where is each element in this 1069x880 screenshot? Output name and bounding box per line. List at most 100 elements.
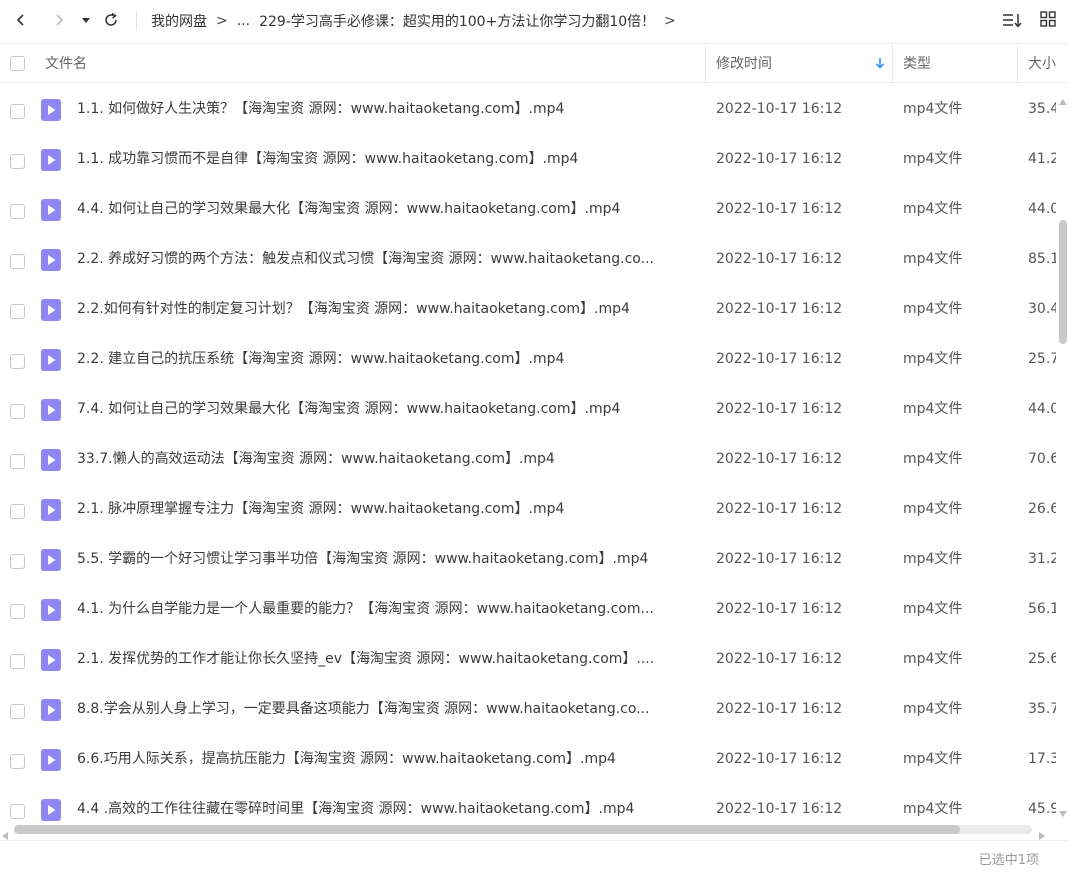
- file-type: mp4文件: [903, 401, 963, 417]
- file-row[interactable]: 4.4 .高效的工作往往藏在零碎时间里【海淘宝资 源网：www.haitaoke…: [0, 784, 1056, 822]
- status-bar: 已选中1项: [0, 840, 1069, 880]
- file-row[interactable]: 8.8.学会从别人身上学习，一定要具备这项能力【海淘宝资 源网：www.hait…: [0, 684, 1056, 734]
- row-checkbox[interactable]: [10, 804, 25, 819]
- file-name[interactable]: 5.5. 学霸的一个好习惯让学习事半功倍【海淘宝资 源网：www.haitaok…: [77, 534, 689, 584]
- file-name[interactable]: 2.1. 发挥优势的工作才能让你长久坚持_ev【海淘宝资 源网：www.hait…: [77, 634, 689, 684]
- file-size: 35.4: [1028, 101, 1056, 117]
- file-name[interactable]: 4.4 .高效的工作往往藏在零碎时间里【海淘宝资 源网：www.haitaoke…: [77, 784, 689, 822]
- file-row[interactable]: 2.1. 发挥优势的工作才能让你长久坚持_ev【海淘宝资 源网：www.hait…: [0, 634, 1056, 684]
- file-size: 25.6: [1028, 651, 1056, 667]
- file-row[interactable]: 2.2.如何有针对性的制定复习计划？【海淘宝资 源网：www.haitaoket…: [0, 284, 1056, 334]
- scroll-up-arrow-icon[interactable]: [1059, 90, 1067, 109]
- video-file-icon: [41, 549, 61, 575]
- file-modified-time: 2022-10-17 16:12: [716, 501, 843, 517]
- video-file-icon: [41, 349, 61, 375]
- grid-view-icon[interactable]: [1039, 10, 1057, 34]
- row-checkbox[interactable]: [10, 454, 25, 469]
- file-row[interactable]: 4.1. 为什么自学能力是一个人最重要的能力？【海淘宝资 源网：www.hait…: [0, 584, 1056, 634]
- horizontal-scrollbar[interactable]: [0, 822, 1057, 840]
- file-name[interactable]: 2.2. 养成好习惯的两个方法：触发点和仪式习惯【海淘宝资 源网：www.hai…: [77, 234, 689, 284]
- row-checkbox[interactable]: [10, 554, 25, 569]
- column-header-type[interactable]: 类型: [903, 44, 931, 82]
- row-checkbox[interactable]: [10, 704, 25, 719]
- row-checkbox[interactable]: [10, 304, 25, 319]
- file-size: 44.0: [1028, 401, 1056, 417]
- file-name[interactable]: 4.4. 如何让自己的学习效果最大化【海淘宝资 源网：www.haitaoket…: [77, 184, 689, 234]
- breadcrumb-ellipsis[interactable]: ...: [237, 13, 250, 29]
- file-type: mp4文件: [903, 501, 963, 517]
- row-checkbox[interactable]: [10, 154, 25, 169]
- file-name[interactable]: 7.4. 如何让自己的学习效果最大化【海淘宝资 源网：www.haitaoket…: [77, 384, 689, 434]
- vertical-scroll-thumb[interactable]: [1059, 220, 1067, 344]
- caret-down-icon[interactable]: [78, 9, 94, 31]
- file-modified-time: 2022-10-17 16:12: [716, 751, 843, 767]
- video-file-icon: [41, 99, 61, 125]
- file-row[interactable]: 2.2. 建立自己的抗压系统【海淘宝资 源网：www.haitaoketang.…: [0, 334, 1056, 384]
- file-name[interactable]: 1.1. 如何做好人生决策？【海淘宝资 源网：www.haitaoketang.…: [77, 84, 689, 134]
- video-file-icon: [41, 799, 61, 822]
- file-modified-time: 2022-10-17 16:12: [716, 151, 843, 167]
- file-type: mp4文件: [903, 451, 963, 467]
- file-type: mp4文件: [903, 551, 963, 567]
- column-divider[interactable]: [892, 44, 893, 82]
- file-name[interactable]: 2.2.如何有针对性的制定复习计划？【海淘宝资 源网：www.haitaoket…: [77, 284, 689, 334]
- breadcrumb-separator[interactable]: >: [664, 13, 676, 29]
- select-all-checkbox[interactable]: [10, 44, 25, 82]
- file-row[interactable]: 4.4. 如何让自己的学习效果最大化【海淘宝资 源网：www.haitaoket…: [0, 184, 1056, 234]
- file-type: mp4文件: [903, 301, 963, 317]
- file-modified-time: 2022-10-17 16:12: [716, 251, 843, 267]
- file-name[interactable]: 6.6.巧用人际关系，提高抗压能力【海淘宝资 源网：www.haitaoketa…: [77, 734, 689, 784]
- video-file-icon: [41, 599, 61, 625]
- file-row[interactable]: 7.4. 如何让自己的学习效果最大化【海淘宝资 源网：www.haitaoket…: [0, 384, 1056, 434]
- row-checkbox[interactable]: [10, 204, 25, 219]
- column-divider[interactable]: [705, 44, 706, 82]
- file-row[interactable]: 1.1. 如何做好人生决策？【海淘宝资 源网：www.haitaoketang.…: [0, 84, 1056, 134]
- sort-down-arrow-icon[interactable]: [874, 56, 886, 74]
- column-header-name[interactable]: 文件名: [45, 44, 87, 82]
- column-divider[interactable]: [1017, 44, 1018, 82]
- refresh-icon[interactable]: [100, 9, 122, 31]
- file-row[interactable]: 33.7.懒人的高效运动法【海淘宝资 源网：www.haitaoketang.c…: [0, 434, 1056, 484]
- sort-list-icon[interactable]: [1001, 10, 1023, 34]
- row-checkbox[interactable]: [10, 504, 25, 519]
- column-header-size[interactable]: 大小: [1028, 44, 1056, 82]
- file-modified-time: 2022-10-17 16:12: [716, 201, 843, 217]
- breadcrumb-root[interactable]: 我的网盘: [151, 11, 207, 31]
- video-file-icon: [41, 449, 61, 475]
- file-size: 45.9: [1028, 801, 1056, 817]
- file-size: 30.4: [1028, 301, 1056, 317]
- file-name[interactable]: 8.8.学会从别人身上学习，一定要具备这项能力【海淘宝资 源网：www.hait…: [77, 684, 689, 734]
- row-checkbox[interactable]: [10, 104, 25, 119]
- breadcrumb: 我的网盘 > ... 229-学习高手必修课：超实用的100+方法让你学习力翻1…: [151, 0, 685, 42]
- row-checkbox[interactable]: [10, 404, 25, 419]
- breadcrumb-current-folder[interactable]: 229-学习高手必修课：超实用的100+方法让你学习力翻10倍！: [259, 11, 655, 31]
- file-row[interactable]: 1.1. 成功靠习惯而不是自律【海淘宝资 源网：www.haitaoketang…: [0, 134, 1056, 184]
- row-checkbox[interactable]: [10, 654, 25, 669]
- chevron-left-icon[interactable]: [10, 9, 32, 31]
- file-row[interactable]: 2.2. 养成好习惯的两个方法：触发点和仪式习惯【海淘宝资 源网：www.hai…: [0, 234, 1056, 284]
- chevron-right-icon[interactable]: [48, 9, 70, 31]
- row-checkbox[interactable]: [10, 754, 25, 769]
- row-checkbox[interactable]: [10, 354, 25, 369]
- file-name[interactable]: 2.1. 脉冲原理掌握专注力【海淘宝资 源网：www.haitaoketang.…: [77, 484, 689, 534]
- file-name[interactable]: 4.1. 为什么自学能力是一个人最重要的能力？【海淘宝资 源网：www.hait…: [77, 584, 689, 634]
- video-file-icon: [41, 499, 61, 525]
- file-row[interactable]: 2.1. 脉冲原理掌握专注力【海淘宝资 源网：www.haitaoketang.…: [0, 484, 1056, 534]
- file-size: 35.7: [1028, 701, 1056, 717]
- file-size: 70.6: [1028, 451, 1056, 467]
- horizontal-scroll-thumb[interactable]: [14, 825, 960, 834]
- file-list: 1.1. 如何做好人生决策？【海淘宝资 源网：www.haitaoketang.…: [0, 84, 1056, 822]
- column-header-modified[interactable]: 修改时间: [716, 44, 772, 82]
- file-type: mp4文件: [903, 101, 963, 117]
- scroll-down-arrow-icon[interactable]: [1059, 802, 1067, 821]
- file-row[interactable]: 5.5. 学霸的一个好习惯让学习事半功倍【海淘宝资 源网：www.haitaok…: [0, 534, 1056, 584]
- file-name[interactable]: 1.1. 成功靠习惯而不是自律【海淘宝资 源网：www.haitaoketang…: [77, 134, 689, 184]
- file-name[interactable]: 2.2. 建立自己的抗压系统【海淘宝资 源网：www.haitaoketang.…: [77, 334, 689, 384]
- file-type: mp4文件: [903, 701, 963, 717]
- file-name[interactable]: 33.7.懒人的高效运动法【海淘宝资 源网：www.haitaoketang.c…: [77, 434, 689, 484]
- file-row[interactable]: 6.6.巧用人际关系，提高抗压能力【海淘宝资 源网：www.haitaoketa…: [0, 734, 1056, 784]
- row-checkbox[interactable]: [10, 604, 25, 619]
- vertical-scrollbar[interactable]: [1057, 84, 1069, 822]
- row-checkbox[interactable]: [10, 254, 25, 269]
- file-size: 26.6: [1028, 501, 1056, 517]
